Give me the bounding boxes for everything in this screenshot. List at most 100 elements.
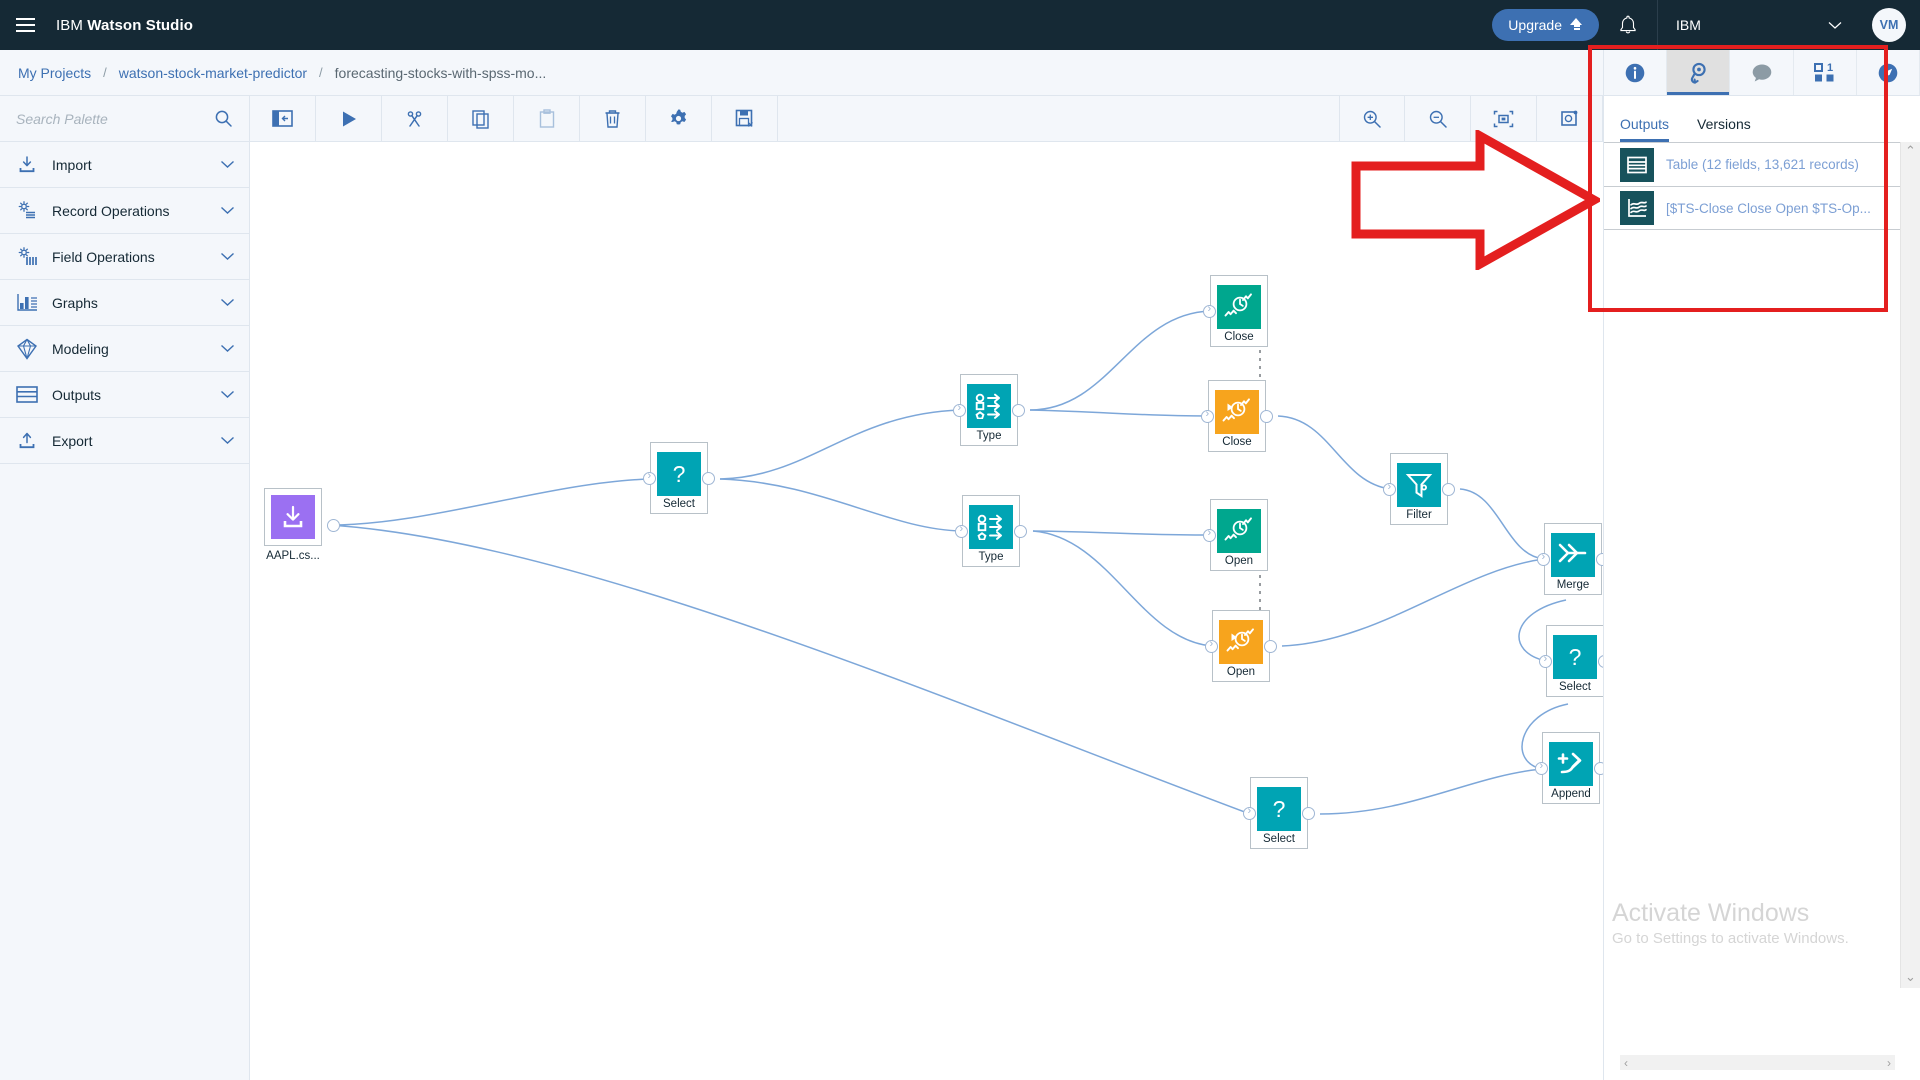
- node-box[interactable]: Open: [1210, 499, 1268, 571]
- breadcrumb-item-my-projects[interactable]: My Projects: [18, 65, 91, 81]
- parameters-tab[interactable]: 1: [1794, 50, 1857, 95]
- screenshot-button[interactable]: [1537, 96, 1603, 141]
- node-box[interactable]: ? Select: [1546, 625, 1603, 697]
- canvas-node-filter[interactable]: Filter: [1390, 453, 1448, 525]
- cut-button[interactable]: [382, 96, 448, 141]
- save-button[interactable]: [712, 96, 778, 141]
- node-input-port[interactable]: [1201, 410, 1214, 423]
- toggle-palette-button[interactable]: [250, 96, 316, 141]
- node-output-port[interactable]: [1260, 410, 1273, 423]
- canvas-node-close-2[interactable]: Close: [1208, 380, 1266, 452]
- palette-item-graphs[interactable]: Graphs: [0, 280, 249, 326]
- canvas-node-merge[interactable]: Merge: [1544, 523, 1602, 595]
- upgrade-button[interactable]: Upgrade: [1492, 9, 1599, 41]
- delete-button[interactable]: [580, 96, 646, 141]
- node-input-port[interactable]: [953, 404, 966, 417]
- node-output-port[interactable]: [1012, 404, 1025, 417]
- node-input-port[interactable]: [955, 525, 968, 538]
- palette-item-record-operations[interactable]: Record Operations: [0, 188, 249, 234]
- chevron-down-icon[interactable]: [220, 432, 235, 450]
- canvas-node-select-1[interactable]: ? Select: [650, 442, 708, 514]
- node-output-port[interactable]: [1014, 525, 1027, 538]
- node-box[interactable]: Type: [960, 374, 1018, 446]
- node-input-port[interactable]: [1535, 762, 1548, 775]
- node-output-port[interactable]: [1442, 483, 1455, 496]
- node-input-port[interactable]: [1383, 483, 1396, 496]
- canvas-node-type-1[interactable]: Type: [960, 374, 1018, 446]
- chevron-down-icon[interactable]: [220, 386, 235, 404]
- chevron-down-icon[interactable]: ⌄: [1901, 968, 1920, 986]
- chevron-down-icon[interactable]: [220, 248, 235, 266]
- node-output-port[interactable]: [327, 519, 340, 532]
- canvas-node-open-1[interactable]: Open: [1210, 499, 1268, 571]
- node-box[interactable]: Close: [1210, 275, 1268, 347]
- node-output-port[interactable]: [1264, 640, 1277, 653]
- canvas-node-open-2[interactable]: Open: [1212, 610, 1270, 682]
- paste-button[interactable]: [514, 96, 580, 141]
- subtab-versions[interactable]: Versions: [1697, 116, 1751, 142]
- chevron-down-icon[interactable]: [220, 156, 235, 174]
- canvas-node-type-2[interactable]: Type: [962, 495, 1020, 567]
- palette-item-field-operations[interactable]: Field Operations: [0, 234, 249, 280]
- chevron-up-icon[interactable]: ⌃: [1901, 142, 1920, 160]
- canvas-node-append[interactable]: Append: [1542, 732, 1600, 804]
- node-input-port[interactable]: [1205, 640, 1218, 653]
- output-list-item[interactable]: [$TS-Close Close Open $TS-Op...: [1604, 186, 1920, 230]
- chevron-down-icon[interactable]: [220, 294, 235, 312]
- output-list-item[interactable]: Table (12 fields, 13,621 records): [1604, 142, 1920, 186]
- node-box[interactable]: ? Select: [1250, 777, 1308, 849]
- palette-item-export[interactable]: Export: [0, 418, 249, 464]
- node-output-port[interactable]: [702, 472, 715, 485]
- comments-tab[interactable]: [1730, 50, 1793, 95]
- chevron-right-icon[interactable]: ›: [1887, 1056, 1891, 1070]
- zoom-fit-button[interactable]: [1471, 96, 1537, 141]
- node-box[interactable]: Open: [1212, 610, 1270, 682]
- node-input-port[interactable]: [1203, 529, 1216, 542]
- info-tab[interactable]: [1604, 50, 1667, 95]
- right-panel-vertical-scrollbar[interactable]: ⌃ ⌄: [1900, 142, 1920, 988]
- search-input[interactable]: [16, 111, 214, 127]
- organization-selector[interactable]: IBM: [1658, 0, 1858, 50]
- palette-item-outputs[interactable]: Outputs: [0, 372, 249, 418]
- node-box[interactable]: Close: [1208, 380, 1266, 452]
- chevron-down-icon[interactable]: [220, 340, 235, 358]
- node-output-port[interactable]: [1594, 762, 1603, 775]
- node-box[interactable]: ? Select: [650, 442, 708, 514]
- node-input-port[interactable]: [643, 472, 656, 485]
- node-input-port[interactable]: [1537, 553, 1550, 566]
- node-output-port[interactable]: [1596, 553, 1603, 566]
- canvas-node-select-2[interactable]: ? Select: [1546, 625, 1603, 697]
- subtab-outputs[interactable]: Outputs: [1620, 116, 1669, 142]
- node-output-port[interactable]: [1302, 807, 1315, 820]
- node-input-port[interactable]: [1539, 655, 1552, 668]
- node-box[interactable]: Filter: [1390, 453, 1448, 525]
- node-box[interactable]: Append: [1542, 732, 1600, 804]
- node-box[interactable]: Type: [962, 495, 1020, 567]
- node-input-port[interactable]: [1203, 305, 1216, 318]
- zoom-out-button[interactable]: [1405, 96, 1471, 141]
- hamburger-menu-icon[interactable]: [0, 0, 50, 50]
- chevron-left-icon[interactable]: ‹: [1624, 1056, 1628, 1070]
- info-icon: [1624, 62, 1646, 84]
- canvas-node-close-1[interactable]: Close: [1210, 275, 1268, 347]
- canvas-node-aapl[interactable]: AAPL.cs...: [264, 488, 322, 564]
- palette-item-import[interactable]: Import: [0, 142, 249, 188]
- node-box[interactable]: [264, 488, 322, 546]
- outputs-tab[interactable]: [1667, 50, 1730, 95]
- canvas-node-select-3[interactable]: ? Select: [1250, 777, 1308, 849]
- search-icon[interactable]: [214, 109, 233, 128]
- zoom-in-button[interactable]: [1339, 96, 1405, 141]
- notifications-button[interactable]: [1599, 0, 1657, 50]
- flow-canvas[interactable]: AAPL.cs... ? Select: [250, 142, 1603, 1080]
- node-input-port[interactable]: [1243, 807, 1256, 820]
- run-button[interactable]: [316, 96, 382, 141]
- help-tab[interactable]: [1857, 50, 1920, 95]
- user-avatar[interactable]: VM: [1872, 8, 1906, 42]
- breadcrumb-item-project[interactable]: watson-stock-market-predictor: [119, 65, 307, 81]
- right-panel-horizontal-scrollbar[interactable]: ‹ ›: [1620, 1055, 1895, 1070]
- palette-item-modeling[interactable]: Modeling: [0, 326, 249, 372]
- chevron-down-icon[interactable]: [220, 202, 235, 220]
- copy-button[interactable]: [448, 96, 514, 141]
- node-box[interactable]: Merge: [1544, 523, 1602, 595]
- settings-button[interactable]: [646, 96, 712, 141]
